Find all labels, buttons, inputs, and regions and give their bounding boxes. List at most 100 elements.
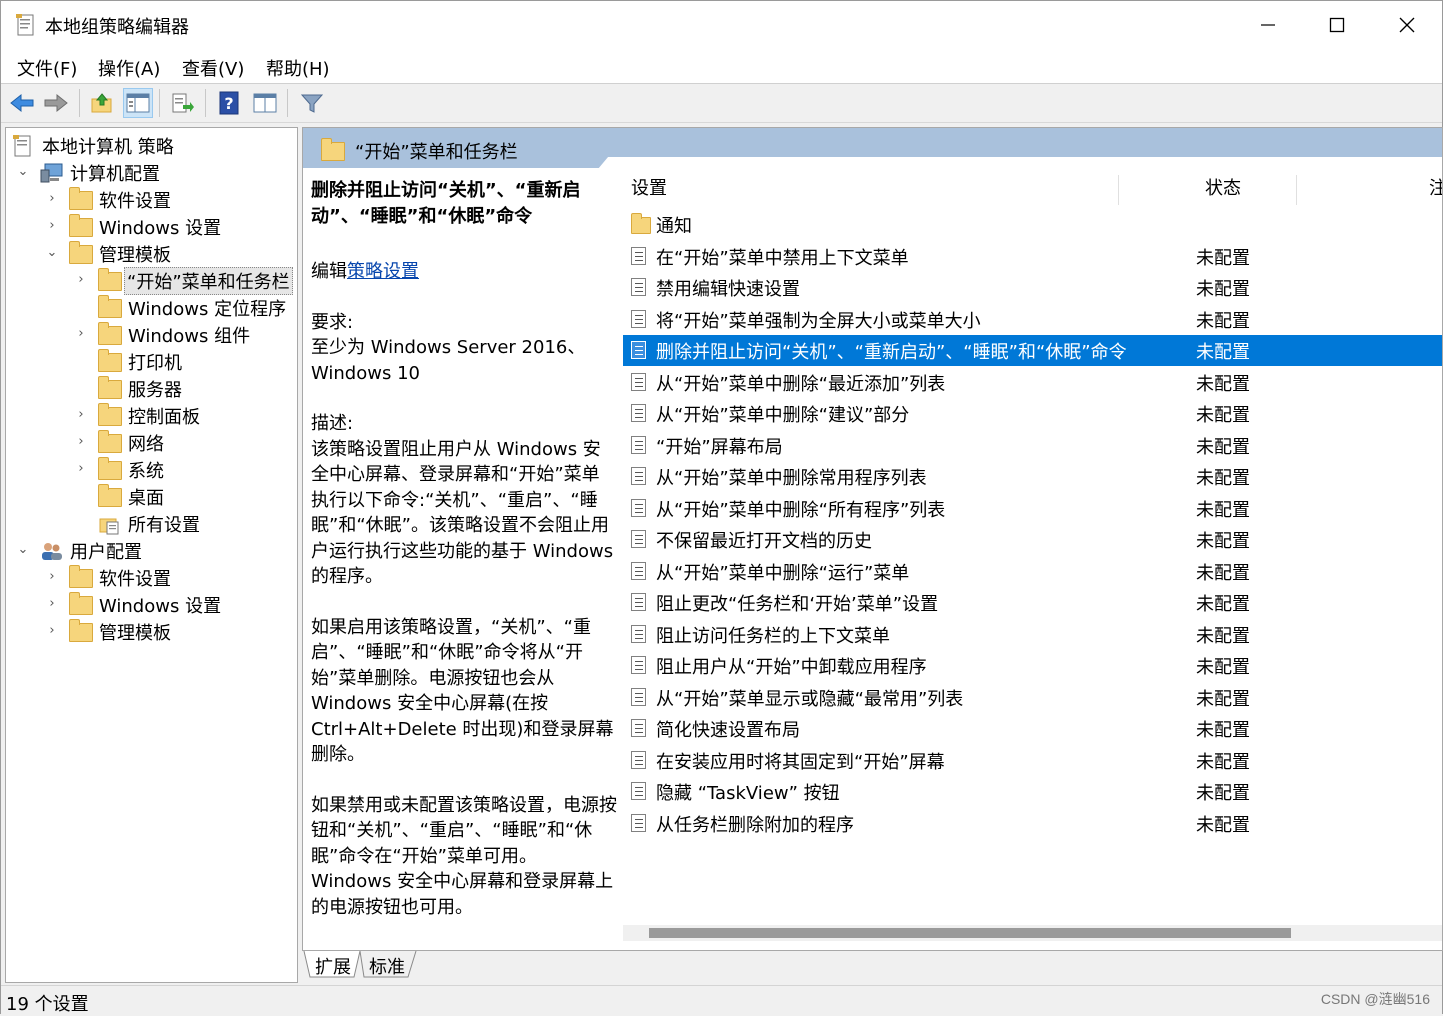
back-button[interactable] (7, 88, 37, 118)
tree-item-system[interactable]: › 系统 (6, 456, 297, 482)
up-one-level-button[interactable] (87, 88, 117, 118)
policy-row[interactable]: 隐藏 “TaskView” 按钮 未配置 (623, 776, 1442, 807)
policy-row[interactable]: “开始”屏幕布局 未配置 (623, 430, 1442, 461)
tree-item-windows-components[interactable]: › Windows 组件 (6, 321, 297, 347)
policy-row[interactable]: 删除并阻止访问“关机”、“重新启动”、“睡眠”和“休眠”命令 未配置 (623, 335, 1442, 366)
policy-setting-icon (631, 561, 649, 582)
help-button[interactable]: ? (214, 88, 244, 118)
maximize-button[interactable] (1302, 1, 1372, 49)
policy-settings-link[interactable]: 策略设置 (347, 261, 419, 282)
policy-row[interactable]: 简化快速设置布局 未配置 (623, 713, 1442, 744)
policy-row[interactable]: 从“开始”菜单中删除“运行”菜单 未配置 (623, 556, 1442, 587)
tree-label: 服务器 (128, 380, 182, 401)
tree-item-software-settings[interactable]: › 软件设置 (6, 186, 297, 212)
policy-state: 未配置 (1196, 342, 1250, 363)
chevron-down-icon[interactable]: ⌄ (45, 242, 59, 264)
policy-name: 从“开始”菜单中删除“运行”菜单 (656, 562, 910, 584)
policy-setting-icon (631, 813, 649, 834)
tree-item-user-windows-settings[interactable]: › Windows 设置 (6, 591, 297, 617)
export-list-button[interactable] (167, 88, 197, 118)
policy-row[interactable]: 阻止用户从“开始”中卸载应用程序 未配置 (623, 650, 1442, 681)
chevron-right-icon[interactable]: › (45, 620, 59, 642)
maximize-icon (1329, 17, 1345, 33)
column-header-setting[interactable]: 设置 (631, 169, 667, 209)
policy-row[interactable]: 从“开始”菜单显示或隐藏“最常用”列表 未配置 (623, 682, 1442, 713)
minimize-button[interactable] (1233, 1, 1303, 49)
tab-extended[interactable]: 扩展 (315, 953, 351, 979)
close-button[interactable] (1372, 1, 1442, 49)
properties-button[interactable] (250, 88, 280, 118)
policy-state: 未配置 (1196, 373, 1250, 395)
pane-header: “开始”菜单和任务栏 (303, 128, 1442, 169)
column-separator[interactable] (1296, 175, 1297, 205)
policy-row[interactable]: 阻止访问任务栏的上下文菜单 未配置 (623, 619, 1442, 650)
tree-item-windows-locator[interactable]: Windows 定位程序 (6, 294, 297, 320)
chevron-right-icon[interactable]: › (74, 269, 88, 291)
tree-item-desktop[interactable]: 桌面 (6, 483, 297, 509)
policy-row[interactable]: 阻止更改“任务栏和‘开始’菜单”设置 未配置 (623, 587, 1442, 618)
gpedit-window: 本地组策略编辑器 文件(F) 操作(A) 查看(V) 帮助(H) ? 本地计算机… (0, 0, 1443, 1015)
policy-setting-icon (631, 246, 649, 267)
column-separator[interactable] (1118, 175, 1119, 205)
horizontal-scrollbar[interactable] (623, 925, 1442, 941)
column-header-state[interactable]: 状态 (1205, 169, 1241, 209)
column-header-comment[interactable]: 注 (1429, 169, 1442, 209)
tree-item-control-panel[interactable]: › 控制面板 (6, 402, 297, 428)
tree-item-all-settings[interactable]: 所有设置 (6, 510, 297, 536)
policy-row[interactable]: 从“开始”菜单中删除“所有程序”列表 未配置 (623, 493, 1442, 524)
tree-item-windows-settings[interactable]: › Windows 设置 (6, 213, 297, 239)
tree-label: 软件设置 (99, 191, 171, 212)
tree-item-printers[interactable]: 打印机 (6, 348, 297, 374)
menu-help[interactable]: 帮助(H) (266, 55, 330, 81)
policy-row[interactable]: 在安装应用时将其固定到“开始”屏幕 未配置 (623, 745, 1442, 776)
policy-name: 从“开始”菜单显示或隐藏“最常用”列表 (656, 688, 964, 710)
policy-row[interactable]: 将“开始”菜单强制为全屏大小或菜单大小 未配置 (623, 304, 1442, 335)
show-hide-tree-button[interactable] (123, 88, 153, 118)
policy-name: 从“开始”菜单中删除常用程序列表 (656, 468, 927, 489)
chevron-right-icon[interactable]: › (45, 593, 59, 615)
tree-item-local-policy[interactable]: 本地计算机 策略 (6, 132, 297, 158)
chevron-right-icon[interactable]: › (74, 458, 88, 480)
tree-item-computer-config[interactable]: ⌄ 计算机配置 (6, 159, 297, 185)
policy-row[interactable]: 不保留最近打开文档的历史 未配置 (623, 524, 1442, 555)
list-folder-item[interactable]: 通知 (623, 209, 1442, 240)
menu-view[interactable]: 查看(V) (182, 55, 244, 81)
chevron-right-icon[interactable]: › (45, 215, 59, 237)
tree-item-user-software-settings[interactable]: › 软件设置 (6, 564, 297, 590)
policy-row[interactable]: 从“开始”菜单中删除常用程序列表 未配置 (623, 461, 1442, 492)
show-hide-tree-icon (126, 93, 150, 113)
chevron-right-icon[interactable]: › (74, 323, 88, 345)
tab-standard[interactable]: 标准 (369, 953, 405, 979)
chevron-right-icon[interactable]: › (45, 566, 59, 588)
menu-action[interactable]: 操作(A) (98, 55, 160, 81)
filter-button[interactable] (297, 88, 327, 118)
policy-row[interactable]: 禁用编辑快速设置 未配置 (623, 272, 1442, 303)
chevron-down-icon[interactable]: ⌄ (16, 161, 30, 183)
chevron-right-icon[interactable]: › (45, 188, 59, 210)
export-list-icon (172, 93, 194, 113)
forward-button[interactable] (41, 88, 71, 118)
scrollbar-thumb[interactable] (649, 928, 1291, 938)
tree-item-start-menu-taskbar[interactable]: › “开始”菜单和任务栏 (6, 267, 297, 295)
policy-setting-icon (631, 309, 649, 330)
tree-item-network[interactable]: › 网络 (6, 429, 297, 455)
policy-name: 在“开始”菜单中禁用上下文菜单 (656, 247, 909, 269)
tree-item-admin-templates[interactable]: ⌄ 管理模板 (6, 240, 297, 266)
chevron-right-icon[interactable]: › (74, 431, 88, 453)
tree-item-user-admin-templates[interactable]: › 管理模板 (6, 618, 297, 644)
policy-row[interactable]: 从“开始”菜单中删除“最近添加”列表 未配置 (623, 367, 1442, 398)
policy-row[interactable]: 从“开始”菜单中删除“建议”部分 未配置 (623, 398, 1442, 429)
folder-icon (321, 138, 345, 161)
menu-file[interactable]: 文件(F) (17, 55, 77, 81)
toolbar-separator (159, 89, 160, 117)
policy-row[interactable]: 从任务栏删除附加的程序 未配置 (623, 808, 1442, 839)
chevron-down-icon[interactable]: ⌄ (16, 539, 30, 561)
close-icon (1399, 17, 1415, 33)
folder-icon (69, 187, 93, 210)
chevron-right-icon[interactable]: › (74, 404, 88, 426)
policy-row[interactable]: 在“开始”菜单中禁用上下文菜单 未配置 (623, 241, 1442, 272)
tree-pane: 本地计算机 策略 ⌄ 计算机配置 › 软件设置 › Windows 设置 ⌄ 管… (5, 127, 298, 983)
tree-item-user-config[interactable]: ⌄ 用户配置 (6, 537, 297, 563)
policy-state: 未配置 (1196, 594, 1250, 615)
tree-item-server[interactable]: 服务器 (6, 375, 297, 401)
